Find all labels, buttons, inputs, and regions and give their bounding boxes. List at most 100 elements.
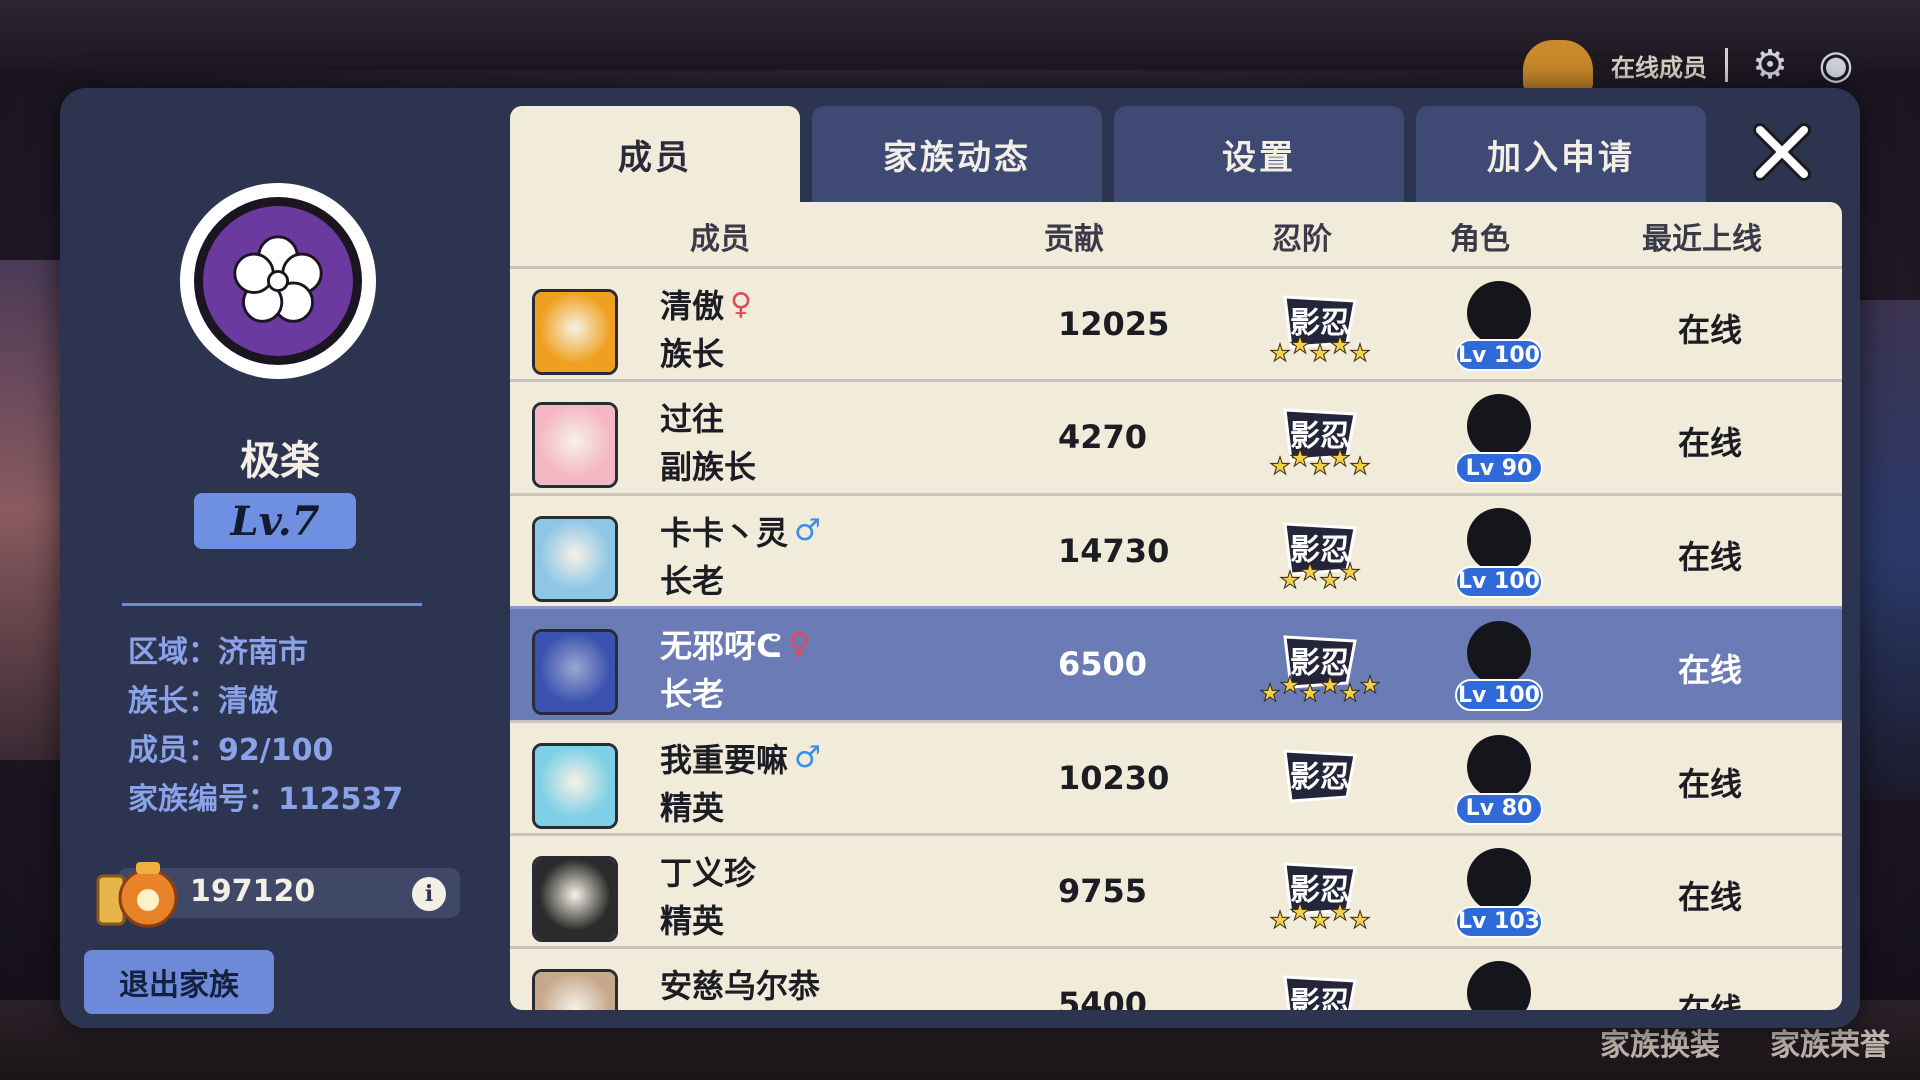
member-character[interactable]: Lv 90 xyxy=(1455,394,1545,490)
svg-text:★: ★ xyxy=(1349,339,1371,367)
header-ninja-rank[interactable]: 忍阶 xyxy=(1272,214,1332,258)
member-name: 清傲 ♀ xyxy=(660,286,752,326)
family-funds-value: 197120 xyxy=(190,874,316,909)
info-icon[interactable]: i xyxy=(412,877,446,911)
member-online-status: 在线 xyxy=(1678,651,1743,690)
svg-text:★: ★ xyxy=(1349,906,1371,934)
rank-badge-icon: 影忍★★★★★ xyxy=(1269,295,1371,367)
family-name: 极楽 xyxy=(240,438,320,484)
svg-text:★: ★ xyxy=(1349,452,1371,480)
member-avatar[interactable] xyxy=(532,969,618,1010)
member-avatar[interactable] xyxy=(532,402,618,489)
member-character[interactable]: Lv 100 xyxy=(1455,507,1545,604)
character-portrait xyxy=(1467,507,1531,572)
member-online-status: 在线 xyxy=(1678,311,1743,349)
header-last-online[interactable]: 最近上线 xyxy=(1642,214,1762,258)
character-level-badge: Lv 103 xyxy=(1455,905,1543,938)
member-character[interactable] xyxy=(1455,961,1545,1010)
svg-text:★: ★ xyxy=(1309,339,1331,367)
svg-text:★: ★ xyxy=(1289,444,1311,472)
online-members-label[interactable]: 在线成员 xyxy=(1611,48,1707,83)
members-table: 成员 贡献 忍阶 角色 最近上线 清傲 ♀ 族长 12025 影忍 ★ ★ ★ ★ ★ Lv 100… xyxy=(510,202,1842,1010)
character-level-badge: Lv 100 xyxy=(1455,565,1543,598)
member-avatar[interactable] xyxy=(532,742,618,829)
member-character[interactable]: Lv 103 xyxy=(1455,847,1545,944)
family-region: 区域：济南市 xyxy=(128,635,308,670)
family-info-sidebar: 极楽 Lv.7 区域：济南市 族长：清傲 成员：92/100 家族编号：1125… xyxy=(60,88,530,1028)
svg-text:★: ★ xyxy=(1329,444,1351,472)
family-info-list: 区域：济南市 族长：清傲 成员：92/100 家族编号：112537 xyxy=(128,628,403,824)
member-character[interactable]: Lv 100 xyxy=(1455,281,1545,377)
member-avatar[interactable] xyxy=(532,515,618,602)
tab-settings[interactable]: 设置 xyxy=(1114,106,1404,202)
family-member-count: 成员：92/100 xyxy=(128,733,334,768)
top-hud: 在线成员 ⚙ ◉ xyxy=(1523,40,1860,90)
member-name: 卡卡丶灵 ♂ xyxy=(660,513,821,552)
member-name: 无邪呀ᕦ ♀ xyxy=(660,626,811,666)
rank-badge-icon: 影忍★★★★★★ xyxy=(1259,635,1381,707)
character-portrait xyxy=(1467,734,1531,799)
member-name: 我重要嘛 ♂ xyxy=(660,740,821,779)
member-title: 副族长 xyxy=(660,448,757,487)
svg-text:★: ★ xyxy=(1319,671,1341,699)
character-level-badge: Lv 100 xyxy=(1455,679,1543,712)
rank-badge-icon: 影忍 xyxy=(1283,748,1357,803)
header-contribution[interactable]: 贡献 xyxy=(1044,214,1104,258)
hud-avatar[interactable] xyxy=(1523,40,1593,90)
coin-bag-icon xyxy=(96,862,178,928)
family-id: 家族编号：112537 xyxy=(128,782,404,817)
table-row[interactable]: 丁义珍 精英 9755 影忍 ★ ★ ★ ★ ★ Lv 103 在线 xyxy=(510,832,1842,946)
member-contribution: 6500 xyxy=(1058,645,1148,684)
member-contribution: 12025 xyxy=(1058,305,1170,343)
table-body: 清傲 ♀ 族长 12025 影忍 ★ ★ ★ ★ ★ Lv 100 在线 过往 副族长 4270 影忍 ★ ★ ★ ★… xyxy=(510,266,1842,1010)
table-row[interactable]: 安慈乌尔恭精英 5400 影忍 在线 xyxy=(510,946,1842,1010)
character-portrait xyxy=(1467,281,1531,345)
tab-join-requests[interactable]: 加入申请 xyxy=(1416,106,1706,202)
header-role[interactable]: 角色 xyxy=(1450,214,1510,258)
header-member[interactable]: 成员 xyxy=(690,214,750,258)
member-online-status: 在线 xyxy=(1678,424,1743,463)
member-name: 丁义珍 xyxy=(660,853,757,892)
member-title: 精英 xyxy=(660,1009,724,1010)
svg-text:★: ★ xyxy=(1309,452,1331,480)
member-title: 族长 xyxy=(660,335,725,373)
svg-text:影忍: 影忍 xyxy=(1290,760,1350,795)
member-character[interactable]: Lv 80 xyxy=(1455,734,1545,831)
family-leader: 族长：清傲 xyxy=(128,684,278,719)
hud-separator xyxy=(1725,48,1728,82)
character-portrait xyxy=(1467,621,1531,686)
rank-badge-icon: 影忍★★★★★ xyxy=(1269,862,1371,934)
member-online-status: 在线 xyxy=(1678,877,1743,916)
member-avatar[interactable] xyxy=(532,289,618,375)
tab-bar: 成员 家族动态 设置 加入申请 xyxy=(510,106,1706,202)
character-level-badge: Lv 80 xyxy=(1455,792,1543,825)
svg-text:★: ★ xyxy=(1289,898,1311,926)
eye-icon[interactable]: ◉ xyxy=(1812,41,1860,89)
svg-text:★: ★ xyxy=(1319,566,1341,594)
member-title: 长老 xyxy=(660,675,725,714)
member-contribution: 9755 xyxy=(1058,871,1148,910)
table-row[interactable]: 无邪呀ᕦ ♀ 长老 6500 影忍 ★ ★ ★ ★ ★ ★ Lv 100 在线 xyxy=(510,606,1842,720)
tab-members[interactable]: 成员 xyxy=(510,106,800,202)
member-online-status: 在线 xyxy=(1678,764,1743,803)
member-avatar[interactable] xyxy=(532,855,618,942)
background-scene-right xyxy=(1850,300,1920,800)
character-level-badge: Lv 90 xyxy=(1455,452,1543,485)
quit-family-button[interactable]: 退出家族 xyxy=(84,950,274,1014)
svg-text:★: ★ xyxy=(1289,331,1311,359)
tab-family-news[interactable]: 家族动态 xyxy=(812,106,1102,202)
svg-text:★: ★ xyxy=(1299,679,1321,707)
table-row[interactable]: 过往 副族长 4270 影忍 ★ ★ ★ ★ ★ Lv 90 在线 xyxy=(510,379,1842,492)
member-avatar[interactable] xyxy=(532,629,618,716)
rank-badge-icon: 影忍★★★★ xyxy=(1279,522,1361,594)
settings-gear-icon[interactable]: ⚙ xyxy=(1746,41,1794,89)
table-row[interactable]: 我重要嘛 ♂ 精英 10230 影忍 Lv 80 在线 xyxy=(510,719,1842,833)
member-character[interactable]: Lv 100 xyxy=(1455,621,1545,717)
family-panel: 极楽 Lv.7 区域：济南市 族长：清傲 成员：92/100 家族编号：1125… xyxy=(60,88,1860,1028)
rank-badge-icon: 影忍 xyxy=(1283,975,1357,1010)
male-icon: ♂ xyxy=(794,740,821,776)
table-row[interactable]: 卡卡丶灵 ♂ 长老 14730 影忍 ★ ★ ★ ★ Lv 100 在线 xyxy=(510,492,1842,606)
close-icon[interactable] xyxy=(1750,120,1814,184)
table-row[interactable]: 清傲 ♀ 族长 12025 影忍 ★ ★ ★ ★ ★ Lv 100 在线 xyxy=(510,266,1842,379)
male-icon: ♂ xyxy=(794,513,821,549)
